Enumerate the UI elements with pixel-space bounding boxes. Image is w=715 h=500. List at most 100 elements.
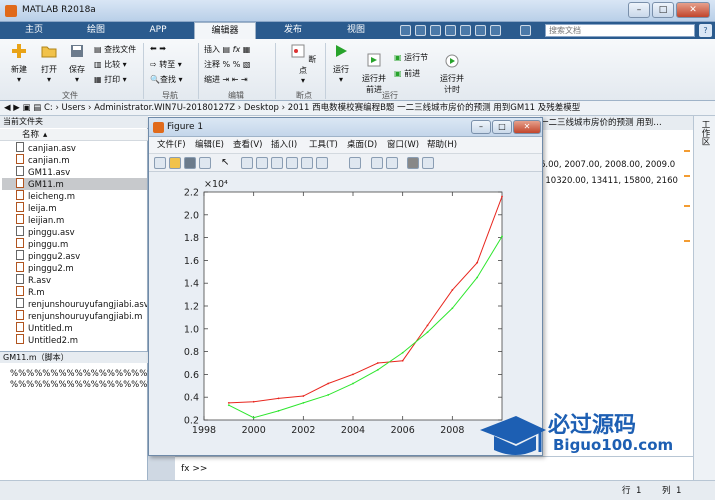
file-list-item[interactable]: Untitled.m <box>2 322 147 334</box>
comment-button[interactable]: 注释 % % ▧ <box>204 59 250 70</box>
file-list-item[interactable]: GM11.asv <box>2 166 147 178</box>
code-mark-icon[interactable] <box>684 150 690 152</box>
zoom-out-icon[interactable] <box>256 157 268 169</box>
data-cursor-icon[interactable] <box>301 157 313 169</box>
run-button[interactable]: 运行 ▾ <box>328 43 354 84</box>
file-list-item[interactable]: leija.m <box>2 202 147 214</box>
tab-editor[interactable]: 编辑器 <box>194 22 256 39</box>
file-list-item[interactable]: pinggu.asv <box>2 226 147 238</box>
pointer-icon[interactable]: ↖ <box>221 157 233 169</box>
paste-quick-icon[interactable] <box>445 25 456 36</box>
tab-publish[interactable]: 发布 <box>262 22 324 39</box>
save-figure-icon[interactable] <box>184 157 196 169</box>
help-icon[interactable]: ? <box>699 24 712 37</box>
compare-button[interactable]: ▥ 比较 ▾ <box>94 59 127 70</box>
new-button[interactable]: 新建 ▾ <box>6 43 32 84</box>
advance-button[interactable]: ▣ 前进 <box>394 68 420 79</box>
undo-quick-icon[interactable] <box>460 25 471 36</box>
code-mark-icon[interactable] <box>684 240 690 242</box>
close-button[interactable]: ✕ <box>676 2 710 18</box>
command-window[interactable]: fx >> <box>175 456 693 480</box>
legend-icon[interactable] <box>386 157 398 169</box>
figure-close-button[interactable]: ✕ <box>513 120 541 134</box>
cut-quick-icon[interactable] <box>415 25 426 36</box>
switch-window-icon[interactable] <box>490 25 501 36</box>
menu-view[interactable]: 查看(V) <box>233 137 262 153</box>
tab-apps[interactable]: APP <box>132 22 184 39</box>
pan-icon[interactable] <box>271 157 283 169</box>
redo-quick-icon[interactable] <box>475 25 486 36</box>
new-figure-icon[interactable] <box>154 157 166 169</box>
run-time-label: 运行并 计时 <box>440 74 464 94</box>
colorbar-icon[interactable] <box>371 157 383 169</box>
file-list-item[interactable]: leijian.m <box>2 214 147 226</box>
menu-desktop[interactable]: 桌面(D) <box>347 137 377 153</box>
file-name: R.asv <box>28 276 51 286</box>
file-list-item[interactable]: Untitled2.m <box>2 334 147 346</box>
menu-file[interactable]: 文件(F) <box>157 137 186 153</box>
indent-button[interactable]: 缩进 ⇥ ⇤ ⇥ <box>204 74 248 85</box>
file-list-item[interactable]: R.asv <box>2 274 147 286</box>
hide-plot-tools-icon[interactable] <box>407 157 419 169</box>
tab-view[interactable]: 视图 <box>326 22 386 39</box>
maximize-button[interactable]: □ <box>652 2 674 18</box>
link-plot-icon[interactable] <box>349 157 361 169</box>
save-quick-icon[interactable] <box>400 25 411 36</box>
figure-window[interactable]: Figure 1 – □ ✕ 文件(F) 编辑(E) 查看(V) 插入(I) 工… <box>148 117 543 456</box>
zoom-in-icon[interactable] <box>241 157 253 169</box>
file-list-item[interactable]: pinggu2.asv <box>2 250 147 262</box>
brush-icon[interactable] <box>316 157 328 169</box>
file-list-item[interactable]: GM11.m <box>2 178 147 190</box>
menu-edit[interactable]: 编辑(E) <box>195 137 224 153</box>
workspace-side-strip[interactable]: 工作区 <box>693 116 715 480</box>
run-section-button[interactable]: ▣ 运行节 <box>394 52 428 63</box>
find-button[interactable]: 🔍查找 ▾ <box>150 74 183 85</box>
series-1-point <box>277 397 280 400</box>
print-figure-icon[interactable] <box>199 157 211 169</box>
file-list-item[interactable]: leicheng.m <box>2 190 147 202</box>
figure-maximize-button[interactable]: □ <box>492 120 512 134</box>
code-mark-icon[interactable] <box>684 205 690 207</box>
run-time-button[interactable]: 运行并 计时 <box>436 43 468 95</box>
file-list-item[interactable]: canjian.asv <box>2 142 147 154</box>
breakpoint-button[interactable]: 断点 ▾ <box>288 43 318 85</box>
code-mark-icon[interactable] <box>684 175 690 177</box>
address-bar[interactable]: ◀ ▶ ▣ ▤ C: › Users › Administrator.WIN7U… <box>0 101 715 116</box>
copy-quick-icon[interactable] <box>430 25 441 36</box>
col-value: 1 <box>676 486 682 496</box>
save-button[interactable]: 保存 ▾ <box>64 43 90 84</box>
file-list-item[interactable]: R.m <box>2 286 147 298</box>
editor-tab[interactable]: 一二三线城市房价的预测 用到… <box>540 116 693 130</box>
file-list-item[interactable]: canjian.m <box>2 154 147 166</box>
show-plot-tools-icon[interactable] <box>422 157 434 169</box>
file-list-item[interactable]: pinggu2.m <box>2 262 147 274</box>
menu-help[interactable]: 帮助(H) <box>427 137 457 153</box>
sort-icon: ▴ <box>43 130 48 140</box>
search-docs-input[interactable]: 搜索文档 <box>545 24 695 37</box>
help-quick-icon[interactable] <box>520 25 531 36</box>
column-header[interactable]: 名称 ▴ <box>0 129 148 141</box>
print-button[interactable]: ▦ 打印 ▾ <box>94 74 127 85</box>
figure-title-bar[interactable]: Figure 1 – □ ✕ <box>149 118 542 137</box>
insert-button[interactable]: 插入 ▤ fx ▦ <box>204 44 250 55</box>
run-advance-button[interactable]: 运行并 前进 <box>358 43 390 95</box>
nav-back-icon[interactable]: ⬅ ➡ <box>150 44 166 53</box>
tab-plots[interactable]: 绘图 <box>70 22 122 39</box>
nav-arrows-icon[interactable]: ◀ ▶ ▣ ▤ <box>0 103 44 113</box>
menu-insert[interactable]: 插入(I) <box>271 137 297 153</box>
y-tick-label: 0.8 <box>184 347 199 358</box>
goto-button[interactable]: ⇨ 转至 ▾ <box>150 59 182 70</box>
figure-minimize-button[interactable]: – <box>471 120 491 134</box>
tab-home[interactable]: 主页 <box>8 22 60 39</box>
current-path[interactable]: C: › Users › Administrator.WIN7U-2018012… <box>44 103 580 113</box>
find-files-button[interactable]: ▤ 查找文件 <box>94 44 136 55</box>
minimize-button[interactable]: – <box>628 2 650 18</box>
open-file-icon[interactable] <box>169 157 181 169</box>
open-button[interactable]: 打开 ▾ <box>36 43 62 84</box>
menu-tools[interactable]: 工具(T) <box>309 137 338 153</box>
file-list-item[interactable]: pinggu.m <box>2 238 147 250</box>
menu-window[interactable]: 窗口(W) <box>387 137 419 153</box>
rotate-icon[interactable] <box>286 157 298 169</box>
file-list-item[interactable]: renjunshouruyufangjiabi.m <box>2 310 147 322</box>
file-list-item[interactable]: renjunshouruyufangjiabi.asv <box>2 298 147 310</box>
